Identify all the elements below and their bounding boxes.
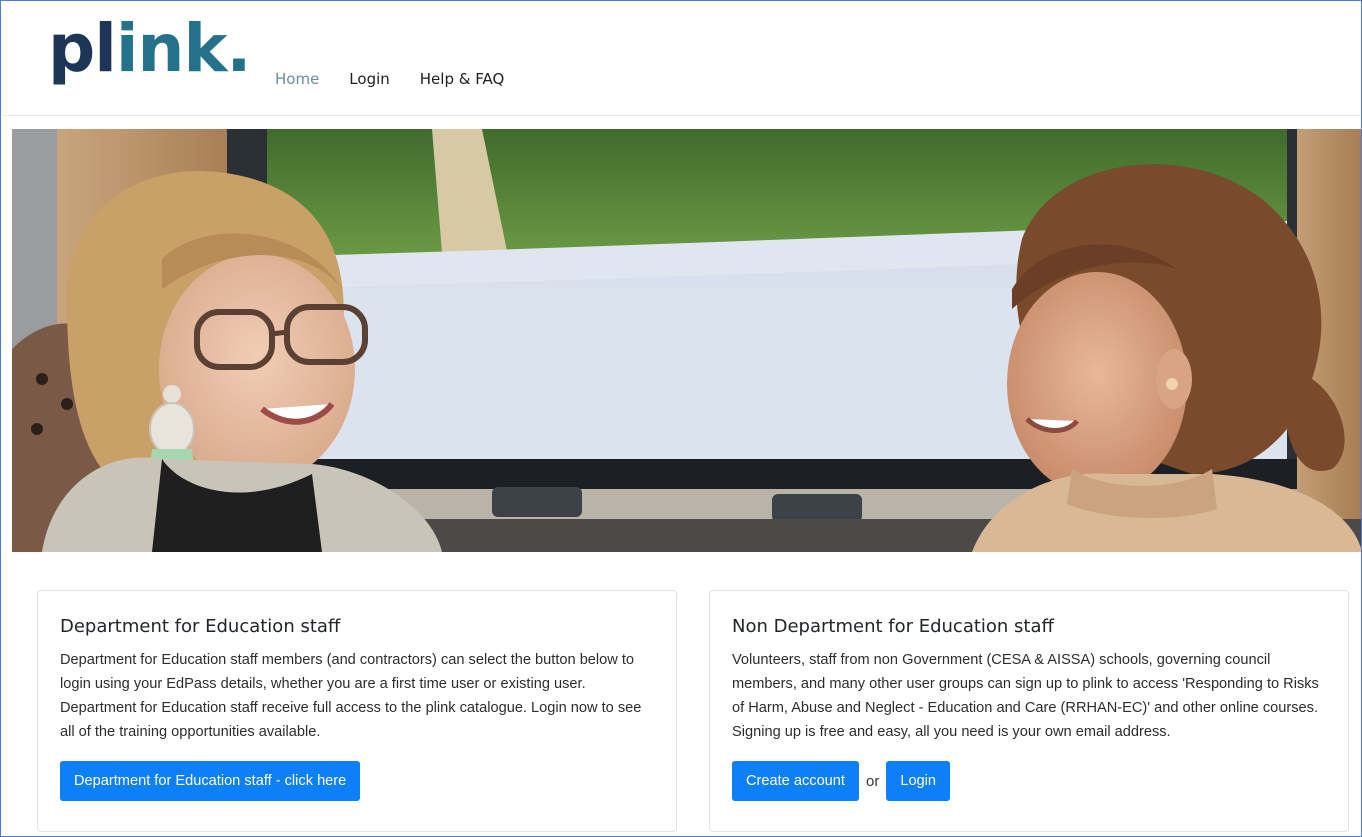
dfe-card-body: Department for Education staff members (…: [60, 652, 642, 740]
nav-login-link[interactable]: Login: [349, 70, 389, 88]
non-dfe-staff-card: Non Department for Education staff Volun…: [709, 590, 1349, 832]
logo-text-pl: pl: [48, 10, 117, 87]
or-separator: or: [865, 772, 880, 790]
nav-help-faq-link[interactable]: Help & FAQ: [420, 70, 505, 88]
page-frame: plink. Home Login Help & FAQ Department …: [0, 0, 1362, 837]
non-dfe-card-body: Volunteers, staff from non Government (C…: [732, 652, 1319, 740]
nav-home-link[interactable]: Home: [275, 70, 319, 88]
logo-text-ink: ink: [115, 10, 228, 87]
non-dfe-card-title: Non Department for Education staff: [732, 616, 1054, 637]
hero-photo-illustration: [12, 129, 1361, 552]
non-dfe-login-button[interactable]: Login: [886, 761, 951, 801]
hero-image: [12, 129, 1361, 552]
dfe-staff-login-button[interactable]: Department for Education staff - click h…: [60, 761, 361, 801]
create-account-button[interactable]: Create account: [732, 761, 859, 801]
dfe-card-actions: Department for Education staff - click h…: [60, 761, 654, 801]
dfe-staff-card: Department for Education staff Departmen…: [37, 590, 677, 832]
non-dfe-card-actions: Create account or Login: [732, 761, 1326, 801]
main-nav: Home Login Help & FAQ: [275, 70, 504, 88]
plink-logo[interactable]: plink.: [48, 16, 251, 82]
logo-dot: .: [226, 10, 251, 87]
dfe-card-title: Department for Education staff: [60, 616, 341, 637]
site-header: plink. Home Login Help & FAQ: [2, 2, 1360, 116]
